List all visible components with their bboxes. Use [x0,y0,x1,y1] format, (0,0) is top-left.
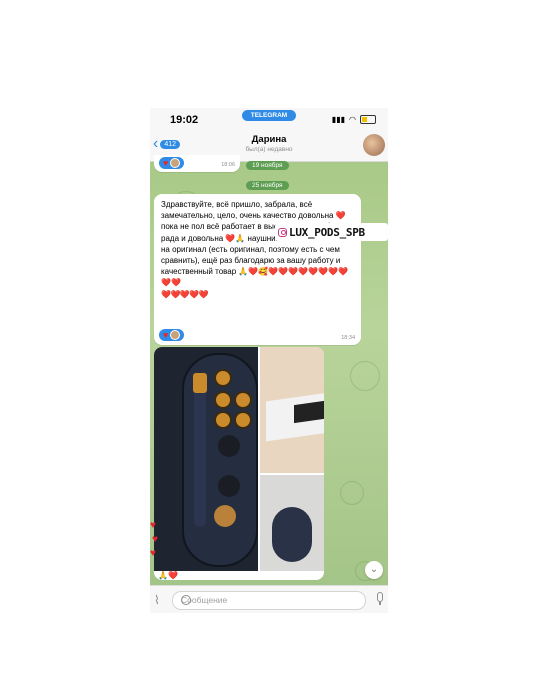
case-image [182,353,258,567]
message-bubble[interactable]: Здравствуйте, всё пришло, забрала, всё з… [154,194,361,345]
composer: ⌇ Сообщение [150,585,388,613]
instagram-icon [278,227,287,237]
message-time: 18:34 [341,335,355,341]
watermark-text: LUX_PODS_SPB [289,225,365,239]
reaction-avatar [170,330,181,340]
status-bar: 19:02 TELEGRAM ▮▮▮ ◠ [150,108,388,130]
message-input[interactable]: Сообщение [172,591,366,610]
heart-icon: ♥ [152,534,158,545]
message-text: Здравствуйте, всё пришло, забрала, всё з… [161,199,357,300]
attachment-image [234,411,252,429]
attachment-image [214,411,232,429]
heart-icon: ♥ [163,329,169,340]
decorative-hearts: ♥ ♥ ♥ [150,520,162,600]
photo-pouch[interactable] [260,475,324,571]
photo-box[interactable] [260,347,324,473]
message-bubble[interactable]: ♥ 18:06 [154,155,240,172]
telegram-pill: TELEGRAM [242,110,296,121]
attachment-image [234,391,252,409]
attachment-image [214,369,232,387]
microphone-icon[interactable] [377,592,383,602]
date-pill: 25 ноября [246,181,289,190]
reaction-avatar [170,158,181,168]
contact-name[interactable]: Дарина [150,134,388,145]
heart-icon: ♥ [150,548,156,559]
brush-image [218,475,240,497]
microphone-stand [379,602,381,605]
pouch-image [272,507,312,562]
brush-image [218,435,240,457]
brush-image [214,505,236,527]
message-time: 18:06 [221,162,235,168]
reaction-chip[interactable]: ♥ [159,157,185,169]
watermark: LUX_PODS_SPB [275,223,388,241]
sticker-icon[interactable] [181,595,191,605]
heart-icon: ♥ [163,157,169,168]
attachment-image [214,391,232,409]
phone-screenshot: 19:02 TELEGRAM ▮▮▮ ◠ ‹ 412 Дарина был(а)… [150,108,388,613]
styler-nozzle [193,373,207,393]
styler-image [194,377,206,527]
photo-album[interactable]: 🙏❤️ [154,347,324,580]
hearts-line: ❤️❤️❤️❤️❤️ [161,289,209,299]
signal-icon: ▮▮▮ [331,115,346,124]
contact-status: был(а) недавно [245,146,293,153]
reaction-chip[interactable]: ♥ [159,329,185,341]
date-pill: 19 ноября [246,161,289,170]
avatar[interactable] [363,134,385,156]
battery-icon [360,115,376,124]
status-icons: ▮▮▮ ◠ [332,115,376,124]
photo-styler-case[interactable] [154,347,258,571]
heart-icon: ♥ [150,520,156,531]
status-time: 19:02 [170,114,199,126]
scroll-down-button[interactable]: ⌄ [365,561,383,579]
wifi-icon: ◠ [349,115,356,124]
message-body: Здравствуйте, всё пришло, забрала, всё з… [161,200,357,288]
